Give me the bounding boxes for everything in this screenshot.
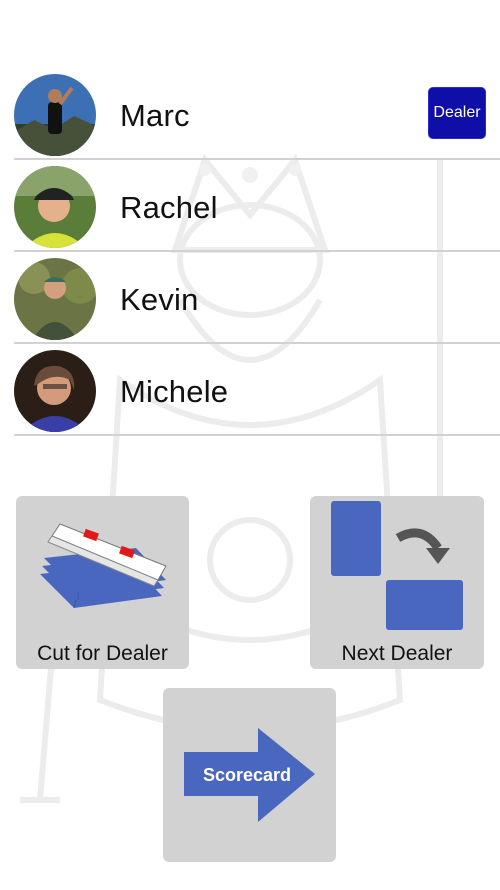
cut-for-dealer-button[interactable]: Cut for Dealer bbox=[16, 496, 189, 669]
player-name: Rachel bbox=[120, 190, 218, 225]
player-row-rachel[interactable]: Rachel bbox=[14, 160, 500, 252]
scorecard-label: Scorecard bbox=[203, 765, 291, 785]
cut-for-dealer-label: Cut for Dealer bbox=[37, 642, 168, 665]
player-name: Michele bbox=[120, 374, 229, 409]
avatar bbox=[14, 258, 96, 340]
player-row-kevin[interactable]: Kevin bbox=[14, 252, 500, 344]
player-list: Marc Dealer Rachel Kevin Michele bbox=[0, 68, 500, 436]
player-name: Marc bbox=[120, 98, 190, 133]
dealer-badge: Dealer bbox=[428, 87, 486, 139]
player-row-marc[interactable]: Marc Dealer bbox=[14, 68, 500, 160]
scorecard-arrow-icon: Scorecard bbox=[184, 728, 315, 822]
scorecard-button[interactable]: Scorecard bbox=[163, 688, 336, 862]
avatar bbox=[14, 74, 96, 156]
player-name: Kevin bbox=[120, 282, 199, 317]
avatar bbox=[14, 166, 96, 248]
next-dealer-button[interactable]: Next Dealer bbox=[310, 496, 484, 669]
player-row-michele[interactable]: Michele bbox=[14, 344, 500, 436]
next-dealer-label: Next Dealer bbox=[341, 642, 453, 665]
avatar bbox=[14, 350, 96, 432]
